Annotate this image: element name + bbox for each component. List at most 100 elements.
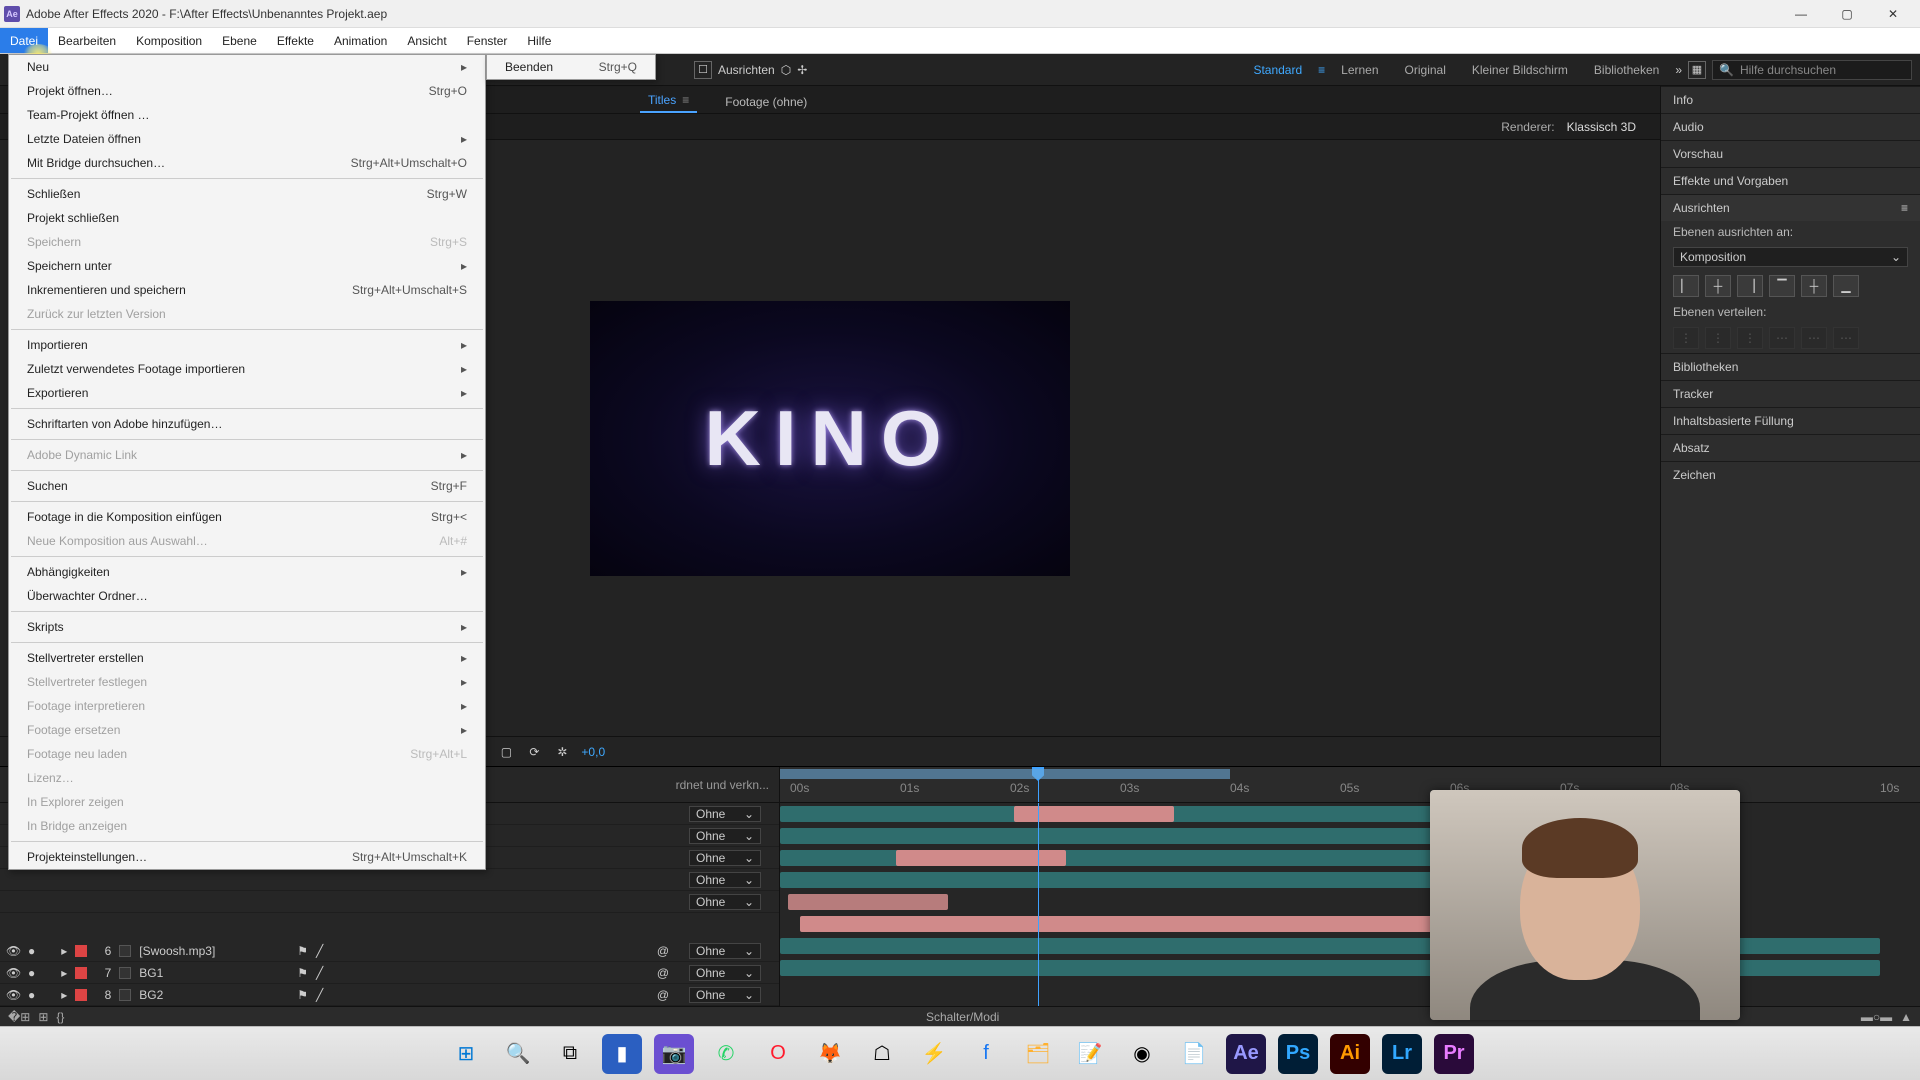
taskbar-search-icon[interactable]: 🔍 (498, 1034, 538, 1074)
footer-label[interactable]: Schalter/Modi (926, 1010, 999, 1024)
layer-row[interactable]: 👁●▸8BG2⚑╱@Ohne⌄ (0, 984, 779, 1006)
taskbar-windows-icon[interactable]: ⊞ (446, 1034, 486, 1074)
parent-dropdown[interactable]: Ohne⌄ (689, 872, 761, 888)
taskbar-obs-icon[interactable]: ◉ (1122, 1034, 1162, 1074)
menu-item[interactable]: Projekt öffnen…Strg+O (9, 79, 485, 103)
align-to-dropdown[interactable]: Komposition⌄ (1673, 247, 1908, 267)
panel-audio[interactable]: Audio (1661, 113, 1920, 140)
taskbar-opera-icon[interactable]: O (758, 1034, 798, 1074)
fx-icon[interactable]: ⚑ (297, 966, 308, 980)
parent-dropdown[interactable]: Ohne⌄ (689, 943, 761, 959)
menu-item-beenden[interactable]: BeendenStrg+Q (487, 55, 655, 79)
toggle-modes-icon[interactable]: ⊞ (38, 1010, 48, 1024)
taskbar-firefox-icon[interactable]: 🦊 (810, 1034, 850, 1074)
workspace-kleiner[interactable]: Kleiner Bildschirm (1462, 63, 1578, 77)
fx-icon[interactable]: ⚑ (297, 944, 308, 958)
taskbar-messenger-icon[interactable]: ⚡ (914, 1034, 954, 1074)
workspace-lernen[interactable]: Lernen (1331, 63, 1388, 77)
panel-inhalt[interactable]: Inhaltsbasierte Füllung (1661, 407, 1920, 434)
menu-effekte[interactable]: Effekte (267, 28, 324, 53)
menu-item[interactable]: Projekt schließen (9, 206, 485, 230)
visibility-toggle[interactable]: 👁 (6, 988, 20, 1002)
layer-name[interactable]: BG2 (139, 988, 289, 1002)
menu-item[interactable]: Projekteinstellungen…Strg+Alt+Umschalt+K (9, 845, 485, 869)
expand-icon[interactable]: ▸ (61, 966, 67, 980)
taskbar-taskview-icon[interactable]: ⧉ (550, 1034, 590, 1074)
solo-toggle[interactable]: ● (28, 988, 35, 1002)
menu-fenster[interactable]: Fenster (457, 28, 518, 53)
zoom-out-icon[interactable]: ▬○▬ (1861, 1010, 1892, 1024)
zoom-slider-icon[interactable]: ▲ (1900, 1010, 1912, 1024)
minimize-button[interactable]: ― (1778, 0, 1824, 28)
menu-item[interactable]: Inkrementieren und speichernStrg+Alt+Ums… (9, 278, 485, 302)
taskbar-camera-icon[interactable]: 📷 (654, 1034, 694, 1074)
panel-effekte[interactable]: Effekte und Vorgaben (1661, 167, 1920, 194)
menu-item[interactable]: Team-Projekt öffnen … (9, 103, 485, 127)
motion-blur-icon[interactable]: ╱ (316, 988, 323, 1002)
workspace-original[interactable]: Original (1395, 63, 1456, 77)
align-top-button[interactable]: ▔ (1769, 275, 1795, 297)
layer-row[interactable]: 👁●▸6[Swoosh.mp3]⚑╱@Ohne⌄ (0, 940, 779, 962)
menu-item[interactable]: Letzte Dateien öffnen▸ (9, 127, 485, 151)
layer-name[interactable]: BG1 (139, 966, 289, 980)
menu-item[interactable]: Abhängigkeiten▸ (9, 560, 485, 584)
timeline-track-area[interactable]: 00s01s02s03s04s05s06s07s08s10s (780, 767, 1920, 1006)
solo-toggle[interactable]: ● (28, 944, 35, 958)
toggle-switches-icon[interactable]: �⊞ (8, 1010, 30, 1024)
align-vcenter-button[interactable]: ┼ (1801, 275, 1827, 297)
parent-pick-icon[interactable]: @ (657, 944, 669, 958)
view3-icon[interactable]: ▢ (497, 743, 515, 761)
align-left-button[interactable]: ▏ (1673, 275, 1699, 297)
work-area-bar[interactable] (780, 769, 1230, 779)
help-search-input[interactable]: 🔍 Hilfe durchsuchen (1712, 60, 1912, 80)
tab-footage[interactable]: Footage (ohne) (717, 91, 815, 113)
fx-icon[interactable]: ⚑ (297, 988, 308, 1002)
parent-dropdown[interactable]: Ohne⌄ (689, 828, 761, 844)
menu-ebene[interactable]: Ebene (212, 28, 267, 53)
taskbar-whatsapp-icon[interactable]: ✆ (706, 1034, 746, 1074)
panel-vorschau[interactable]: Vorschau (1661, 140, 1920, 167)
close-button[interactable]: ✕ (1870, 0, 1916, 28)
workspace-overflow-icon[interactable]: » (1675, 63, 1682, 77)
parent-dropdown[interactable]: Ohne⌄ (689, 965, 761, 981)
taskbar-pr-icon[interactable]: Pr (1434, 1034, 1474, 1074)
menu-ansicht[interactable]: Ansicht (397, 28, 456, 53)
menu-item[interactable]: Überwachter Ordner… (9, 584, 485, 608)
menu-komposition[interactable]: Komposition (126, 28, 212, 53)
expand-icon[interactable]: ▸ (61, 944, 67, 958)
menu-item[interactable]: Footage in die Komposition einfügenStrg+… (9, 505, 485, 529)
panel-toggle-button[interactable]: ▦ (1688, 61, 1706, 79)
parent-dropdown[interactable]: Ohne⌄ (689, 894, 761, 910)
menu-item[interactable]: SuchenStrg+F (9, 474, 485, 498)
taskbar-notepad-icon[interactable]: 📄 (1174, 1034, 1214, 1074)
menu-animation[interactable]: Animation (324, 28, 397, 53)
visibility-toggle[interactable]: 👁 (6, 944, 20, 958)
panel-ausrichten[interactable]: Ausrichten≡ (1661, 194, 1920, 221)
taskbar-ps-icon[interactable]: Ps (1278, 1034, 1318, 1074)
taskbar-app-icon[interactable]: ▮ (602, 1034, 642, 1074)
motion-blur-icon[interactable]: ╱ (316, 966, 323, 980)
panel-info[interactable]: Info (1661, 86, 1920, 113)
taskbar-lr-icon[interactable]: Lr (1382, 1034, 1422, 1074)
toggle-brace-icon[interactable]: {} (56, 1010, 64, 1024)
label-color[interactable] (75, 967, 87, 979)
solo-toggle[interactable]: ● (28, 966, 35, 980)
draft3d-icon[interactable]: ⟳ (525, 743, 543, 761)
tab-menu-icon[interactable]: ≡ (682, 93, 689, 107)
taskbar-figure-icon[interactable]: ☖ (862, 1034, 902, 1074)
visibility-toggle[interactable]: 👁 (6, 966, 20, 980)
taskbar-facebook-icon[interactable]: f (966, 1034, 1006, 1074)
menu-item[interactable]: Mit Bridge durchsuchen…Strg+Alt+Umschalt… (9, 151, 485, 175)
magnet-icon[interactable]: ⬡ (781, 63, 791, 77)
parent-pick-icon[interactable]: @ (657, 988, 669, 1002)
maximize-button[interactable]: ▢ (1824, 0, 1870, 28)
menu-item[interactable]: SchließenStrg+W (9, 182, 485, 206)
menu-item[interactable]: Exportieren▸ (9, 381, 485, 405)
timeline-ruler[interactable]: 00s01s02s03s04s05s06s07s08s10s (780, 767, 1920, 803)
exposure-value[interactable]: +0,0 (581, 745, 605, 759)
expand-icon[interactable]: ▸ (61, 988, 67, 1002)
menu-bearbeiten[interactable]: Bearbeiten (48, 28, 126, 53)
parent-pick-icon[interactable]: @ (657, 966, 669, 980)
menu-item[interactable]: Skripts▸ (9, 615, 485, 639)
menu-datei[interactable]: Datei (0, 28, 48, 53)
